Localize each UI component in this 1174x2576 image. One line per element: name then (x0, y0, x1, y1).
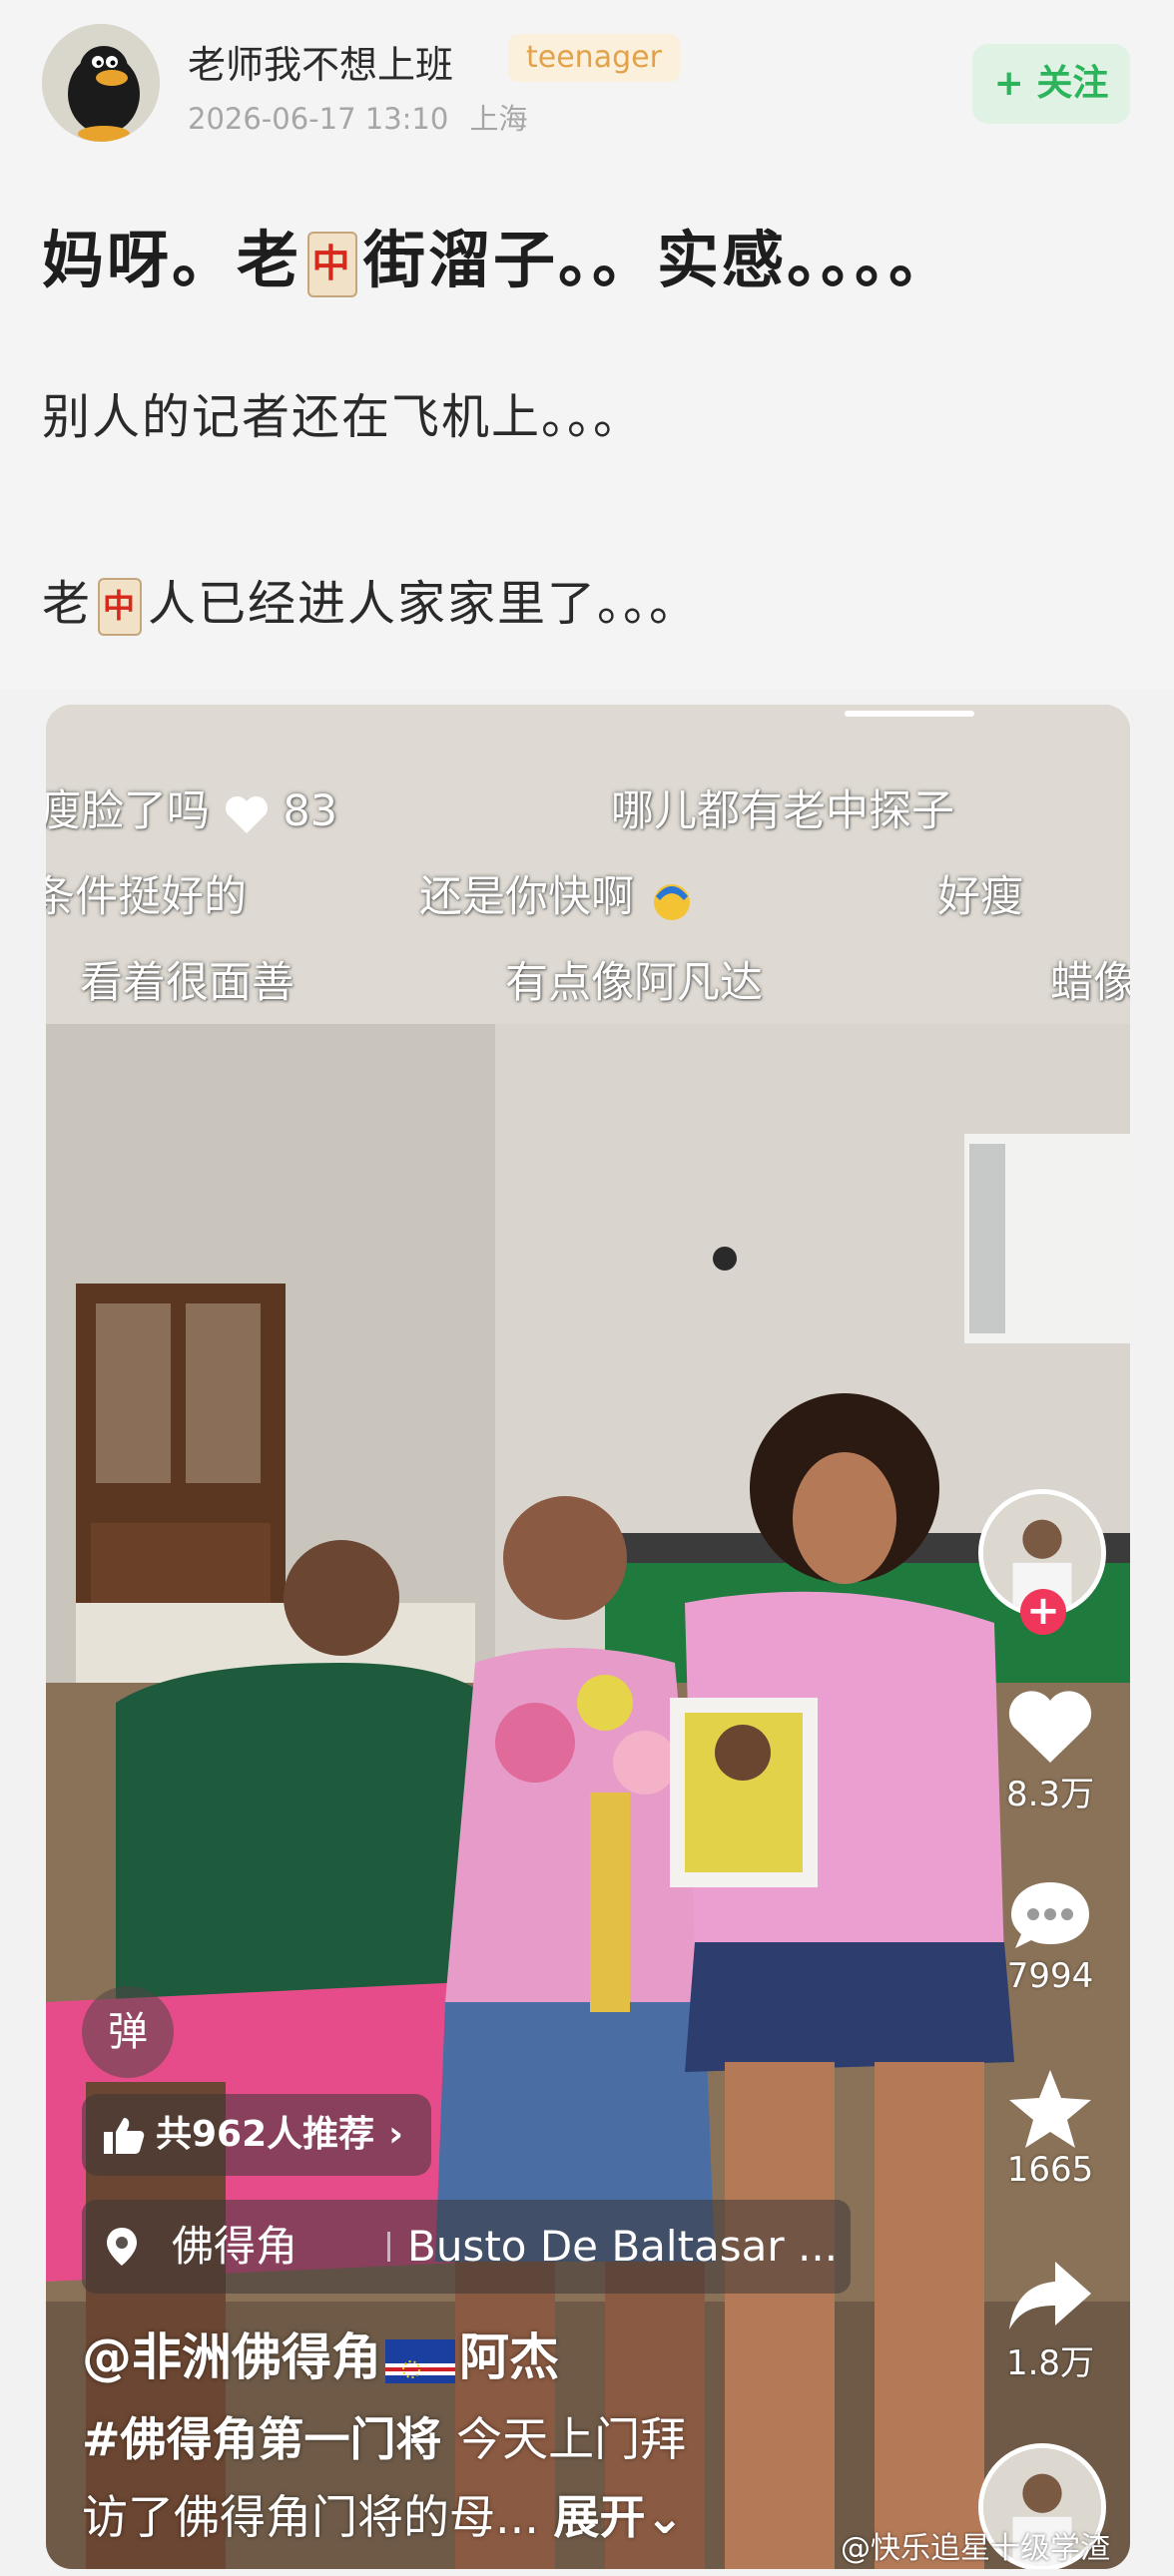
post-location: 上海 (469, 102, 528, 136)
danmaku-comment: 还是你快啊 (419, 862, 696, 924)
like-button[interactable]: 8.3万 (998, 1687, 1102, 1815)
danmaku-comment: 条件挺好的 (46, 872, 247, 922)
favorite-count: 1665 (1006, 2150, 1094, 2190)
expand-label: 展开 (553, 2490, 646, 2544)
comment-button[interactable]: 7994 (998, 1876, 1102, 1996)
danmaku-comment: 好瘦 (937, 872, 1023, 922)
user-avatar[interactable] (42, 24, 160, 142)
follow-button[interactable]: + 关注 (972, 44, 1130, 124)
recommend-text: 共962人推荐 (156, 2114, 375, 2155)
progress-indicator (845, 711, 974, 717)
share-button[interactable]: 1.8万 (998, 2256, 1102, 2384)
danmaku-text: 瘦脸了吗 (46, 786, 210, 836)
danmaku-toggle-button[interactable]: 弹 (82, 1986, 174, 2078)
location-divider (387, 2232, 390, 2262)
danmaku-comment: 有点像阿凡达 (505, 958, 763, 1008)
text-segment: 人已经进人家家里了。。。 (148, 576, 700, 632)
recommend-pill[interactable]: 共962人推荐 › (82, 2094, 431, 2176)
expand-button[interactable]: 展开⌄ (554, 2490, 685, 2544)
video-description-line-2: 访了佛得角门将的母... 展开⌄ (82, 2481, 684, 2547)
danmaku-text: 还是你快啊 (419, 872, 634, 922)
description-text: 今天上门拜 (441, 2412, 687, 2466)
danmaku-comment: 哪儿都有老中探子 (611, 786, 954, 836)
author-suffix-text: 阿杰 (459, 2328, 559, 2386)
location-place: Busto De Baltasar ... (407, 2222, 839, 2271)
location-tag[interactable]: 佛得角 Busto De Baltasar ... (82, 2200, 851, 2294)
comment-count: 7994 (1006, 1956, 1094, 1996)
danmaku-comment: 瘦脸了吗 83 (46, 776, 337, 838)
text-segment: 妈呀。老 (42, 224, 302, 296)
location-pin-icon (107, 2228, 137, 2266)
video-author-name[interactable]: @非洲佛得角 阿杰 (82, 2318, 559, 2389)
text-segment: 街溜子。。实感。。。。 (363, 224, 954, 296)
star-icon (1009, 2070, 1091, 2148)
post-text-line-3: 老中人已经进人家家里了。。。 (42, 564, 699, 636)
emoji-icon (653, 883, 690, 920)
post-header: 老师我不想上班 teenager 2026-06-17 13:10 上海 + 关… (0, 0, 1174, 689)
cape-verde-flag-icon (385, 2338, 455, 2383)
post-date: 2026-06-17 13:10 (188, 102, 449, 136)
weibo-watermark: @快乐追星十级学渣 (841, 2531, 1110, 2566)
heart-icon (225, 795, 268, 833)
mahjong-tile-icon: 中 (307, 231, 358, 297)
chevron-down-icon: ⌄ (645, 2490, 685, 2544)
post-meta: 2026-06-17 13:10 上海 (188, 96, 540, 138)
heart-icon (1008, 1691, 1092, 1763)
author-name-text: @非洲佛得角 (82, 2328, 381, 2386)
follow-author-button[interactable]: + (1020, 1589, 1066, 1635)
location-name: 佛得角 (172, 2222, 298, 2271)
mahjong-tile-icon: 中 (98, 578, 143, 636)
description-text: 访了佛得角门将的母... (82, 2490, 539, 2544)
share-icon (1009, 2262, 1091, 2329)
post-text-line-2: 别人的记者还在飞机上。。。 (42, 389, 644, 445)
comment-icon (1011, 1882, 1089, 1948)
text-segment: 老 (42, 576, 93, 632)
video-description-line-1: #佛得角第一门将 今天上门拜 (82, 2403, 686, 2469)
danmaku-comment: 蜡像 (1050, 958, 1130, 1008)
danmaku-like-count: 83 (283, 786, 338, 836)
like-count: 8.3万 (1005, 1775, 1095, 1814)
favorite-button[interactable]: 1665 (998, 2066, 1102, 2190)
hashtag-link[interactable]: #佛得角第一门将 (82, 2412, 442, 2466)
share-count: 1.8万 (1005, 2343, 1095, 2383)
thumbs-up-icon (104, 2118, 145, 2154)
video-frame[interactable]: 瘦脸了吗 83 哪儿都有老中探子 条件挺好的 还是你快啊 好瘦 看着很面善 有点… (46, 705, 1130, 2569)
username[interactable]: 老师我不想上班 (188, 34, 453, 89)
chevron-right-icon: › (388, 2114, 403, 2155)
post-text-line-1: 妈呀。老中街溜子。。实感。。。。 (42, 210, 953, 299)
user-badge: teenager (508, 34, 680, 82)
danmaku-comment: 看着很面善 (80, 958, 294, 1008)
